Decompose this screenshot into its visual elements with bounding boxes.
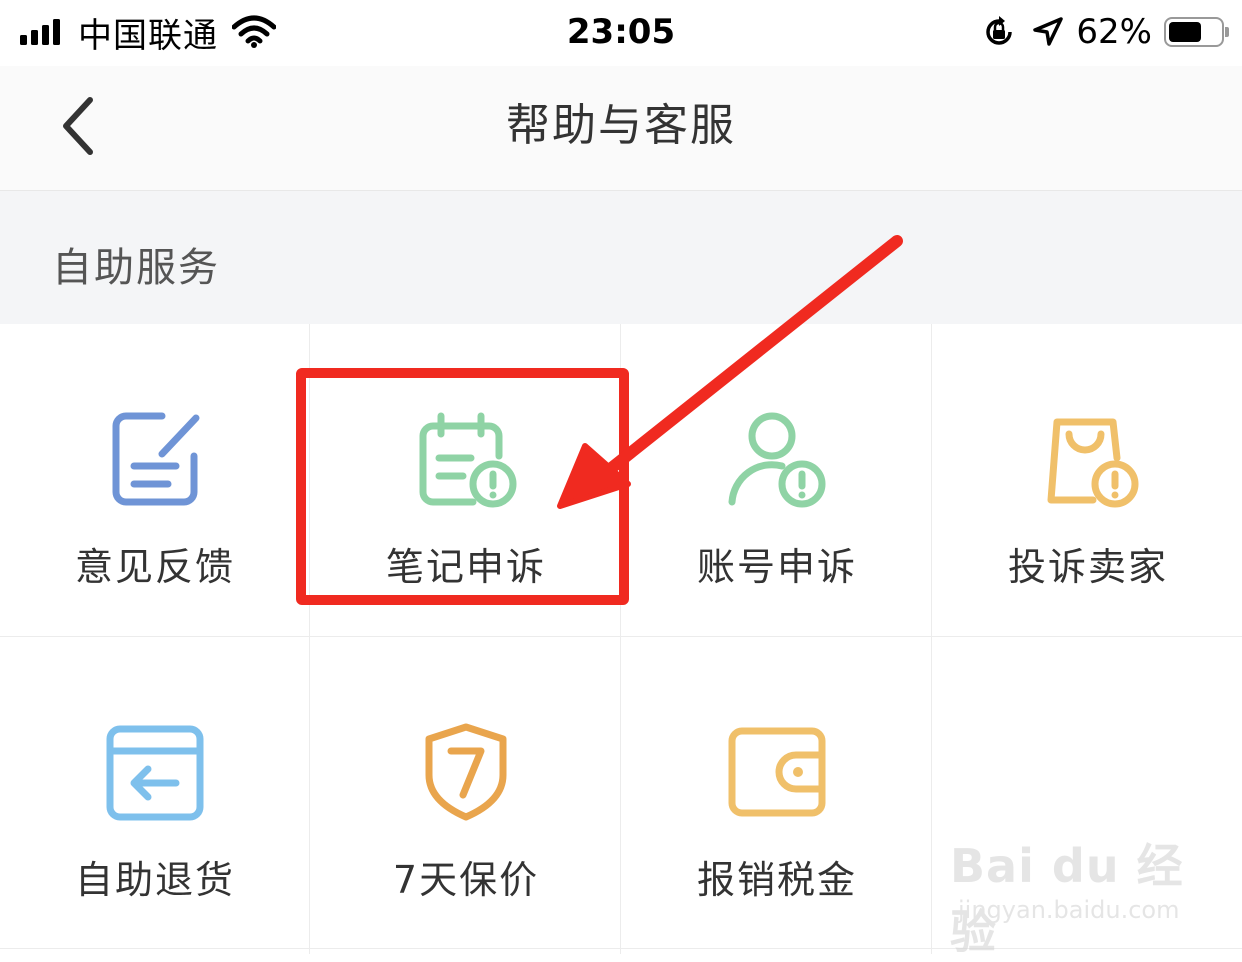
nav-bar: 帮助与客服 — [0, 66, 1242, 191]
service-label: 投诉卖家 — [1007, 545, 1168, 589]
highlight-box — [296, 368, 629, 605]
price-protect-shield-icon — [425, 723, 507, 821]
battery-icon — [1164, 17, 1229, 47]
status-bar: 中国联通 23:05 62% — [0, 0, 1242, 66]
service-feedback[interactable]: 意见反馈 — [0, 324, 310, 636]
watermark-sub: jingyan.baidu.com — [958, 896, 1180, 924]
return-box-icon — [106, 725, 204, 821]
page-title: 帮助与客服 — [506, 100, 736, 151]
service-label: 7天保价 — [392, 858, 540, 902]
service-tax-reimburse[interactable]: 报销税金 — [622, 637, 932, 949]
service-self-return[interactable]: 自助退货 — [0, 637, 310, 949]
baidu-watermark: Bai du 经验 jingyan.baidu.com — [950, 830, 1190, 959]
service-complain-seller[interactable]: 投诉卖家 — [933, 324, 1242, 636]
complain-seller-icon — [1047, 418, 1139, 508]
location-icon — [1033, 17, 1064, 46]
battery-percent: 62% — [1076, 12, 1152, 52]
account-appeal-icon — [728, 412, 826, 508]
status-right: 62% — [982, 8, 1229, 56]
section-title: 自助服务 — [52, 245, 220, 291]
service-label: 账号申诉 — [696, 545, 857, 589]
service-label: 自助退货 — [74, 858, 235, 902]
orientation-lock-icon — [986, 16, 1013, 45]
service-label: 报销税金 — [696, 858, 857, 902]
service-7day-price-protect[interactable]: 7天保价 — [311, 637, 621, 949]
feedback-icon — [112, 412, 200, 506]
wallet-icon — [728, 727, 826, 817]
service-account-appeal[interactable]: 账号申诉 — [622, 324, 932, 636]
battery-fill — [1169, 22, 1201, 42]
section-header: 自助服务 — [0, 191, 1242, 324]
service-label: 意见反馈 — [74, 545, 235, 589]
